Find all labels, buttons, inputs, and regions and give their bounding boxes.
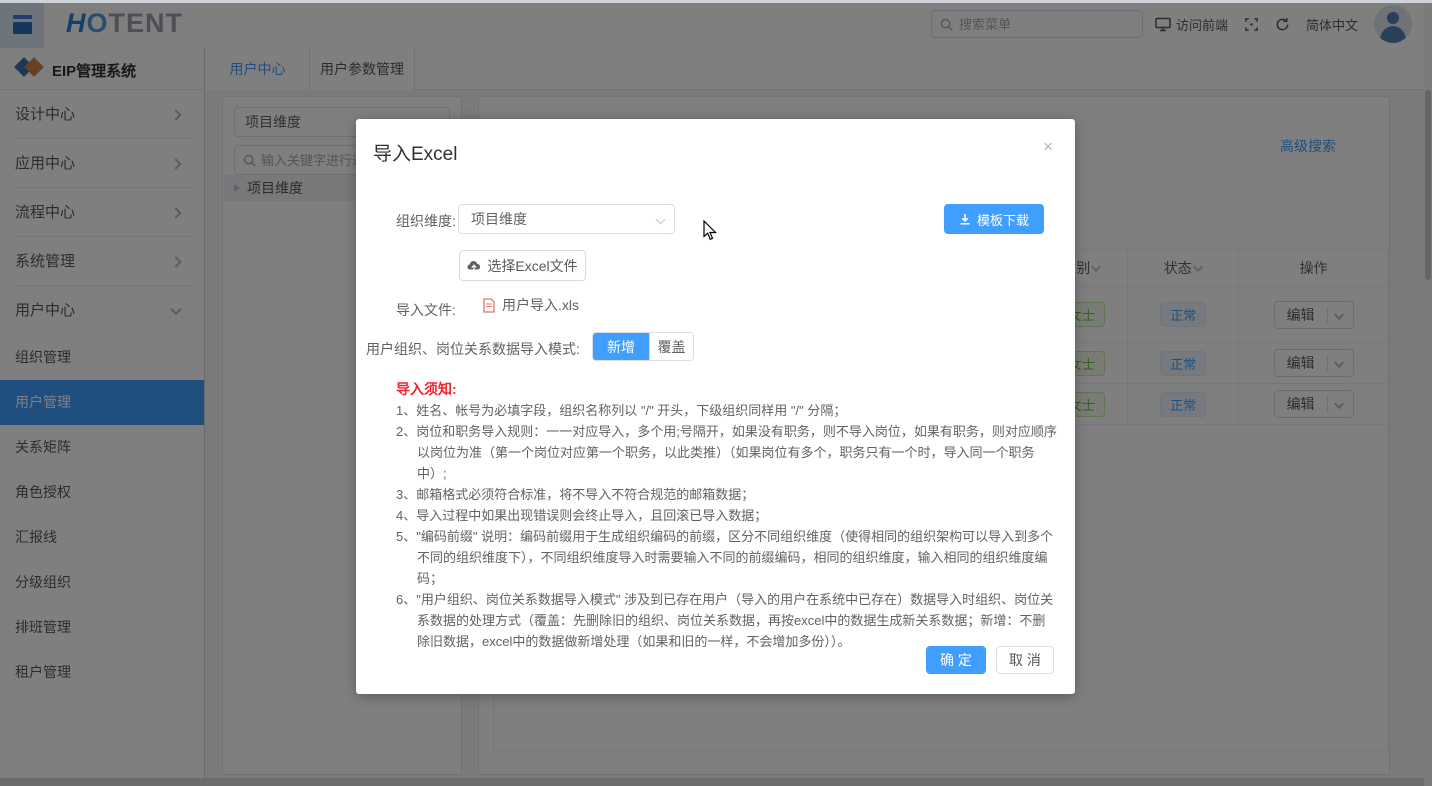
file-icon: [483, 298, 495, 313]
close-icon[interactable]: ×: [1043, 138, 1053, 155]
notice-item: 6、"用户组织、岗位关系数据导入模式" 涉及到已存在用户（导入的用户在系统中已存…: [396, 589, 1058, 652]
import-file-label: 导入文件:: [396, 300, 456, 320]
mode-label: 用户组织、岗位关系数据导入模式:: [366, 339, 580, 359]
notice-list: 1、姓名、帐号为必填字段，组织名称列以 "/" 开头，下级组织同样用 "/" 分…: [396, 400, 1058, 652]
upload-icon: [467, 260, 481, 272]
notice-title: 导入须知:: [396, 379, 457, 399]
imported-file-item[interactable]: 用户导入.xls: [483, 295, 579, 315]
choose-excel-button[interactable]: 选择Excel文件: [459, 250, 586, 281]
notice-item: 2、岗位和职务导入规则：一一对应导入，多个用;号隔开，如果没有职务，则不导入岗位…: [396, 421, 1058, 484]
mode-add-button[interactable]: 新增: [593, 333, 649, 360]
file-name: 用户导入.xls: [502, 295, 579, 315]
org-dimension-select[interactable]: 项目维度: [458, 204, 675, 234]
dialog-title: 导入Excel: [373, 139, 457, 166]
app-root: HOTENT 访问前端 简体中文: [0, 0, 1432, 786]
confirm-button[interactable]: 确 定: [926, 646, 986, 674]
import-excel-dialog: 导入Excel × 组织维度: 项目维度 模板下载 选择Excel文件 导入文件…: [356, 119, 1075, 694]
mode-overwrite-button[interactable]: 覆盖: [649, 333, 693, 360]
template-download-button[interactable]: 模板下载: [944, 204, 1044, 234]
org-dimension-label: 组织维度:: [396, 211, 456, 231]
notice-item: 3、邮箱格式必须符合标准，将不导入不符合规范的邮箱数据；: [396, 484, 1058, 505]
cancel-button[interactable]: 取 消: [996, 646, 1054, 674]
notice-item: 4、导入过程中如果出现错误则会终止导入，且回滚已导入数据；: [396, 505, 1058, 526]
chevron-down-icon: [656, 215, 666, 225]
window-top-edge: [0, 0, 1432, 3]
notice-item: 5、"编码前缀" 说明：编码前缀用于生成组织编码的前缀，区分不同组织维度（使得相…: [396, 526, 1058, 589]
notice-item: 1、姓名、帐号为必填字段，组织名称列以 "/" 开头，下级组织同样用 "/" 分…: [396, 400, 1058, 421]
mouse-cursor: [703, 220, 718, 244]
download-icon: [959, 213, 971, 225]
import-mode-toggle: 新增 覆盖: [592, 332, 694, 361]
